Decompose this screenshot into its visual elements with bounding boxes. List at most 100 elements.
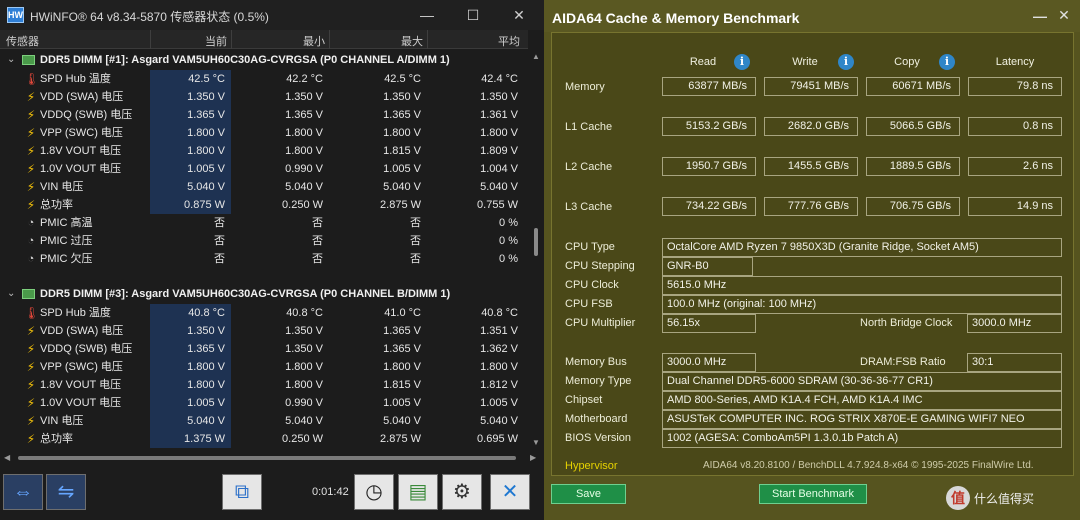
header-divider[interactable] (150, 30, 151, 49)
sensor-row[interactable]: ⚡ 1.8V VOUT 电压 1.800 V 1.800 V 1.815 V 1.812 … (0, 376, 528, 394)
sensor-max: 1.350 V (383, 91, 421, 103)
sensor-row[interactable]: 🌡 SPD Hub 温度 40.8 °C 40.8 °C 41.0 °C 40.8 °C (0, 304, 528, 322)
col-max[interactable]: 最大 (401, 33, 423, 49)
expand-arrows-icon[interactable]: ⇔ (3, 474, 43, 510)
sensor-current: 1.800 V (150, 142, 231, 160)
collapse-toggle-icon[interactable]: ⌄ (7, 50, 15, 70)
scroll-left-icon[interactable]: ◀ (4, 453, 10, 462)
start-benchmark-button[interactable]: Start Benchmark (759, 484, 867, 504)
sensor-row[interactable]: ⚡ VDD (SWA) 电压 1.350 V 1.350 V 1.365 V 1.351 … (0, 322, 528, 340)
sensor-current: 1.365 V (150, 106, 231, 124)
bench-copy-value: 1889.5 GB/s (866, 157, 960, 176)
aida-minimize-button[interactable]: — (1032, 8, 1048, 24)
sensor-max: 2.875 W (380, 433, 421, 445)
horizontal-scroll-thumb[interactable] (18, 456, 516, 460)
sensor-min: 否 (312, 217, 323, 229)
aida-close-button[interactable]: ✕ (1056, 7, 1072, 24)
memory-bus-label: Memory Bus (565, 356, 627, 368)
header-divider[interactable] (427, 30, 428, 49)
bench-read-value: 63877 MB/s (662, 77, 756, 96)
hwinfo-title: HWiNFO® 64 v8.34-5870 传感器状态 (0.5%) (30, 10, 269, 24)
sensor-row[interactable]: ⚡ VIN 电压 5.040 V 5.040 V 5.040 V 5.040 V (0, 412, 528, 430)
sensor-group-header[interactable]: ⌄ DDR5 DIMM [#1]: Asgard VAM5UH60C30AG-CV… (0, 50, 528, 70)
cpu-type-value: OctalCore AMD Ryzen 7 9850X3D (Granite R… (662, 238, 1062, 257)
network-icon[interactable]: ⧉ (222, 474, 262, 510)
add-report-icon[interactable]: ▤ (398, 474, 438, 510)
close-x-icon[interactable]: ✕ (490, 474, 530, 510)
sensor-row[interactable]: ⚡ VIN 电压 5.040 V 5.040 V 5.040 V 5.040 V (0, 178, 528, 196)
sensor-max: 否 (410, 235, 421, 247)
sensor-min: 否 (312, 253, 323, 265)
sensor-min: 1.350 V (285, 325, 323, 337)
horizontal-scrollbar[interactable]: ◀ ▶ (0, 450, 544, 466)
sensor-min: 40.8 °C (286, 307, 323, 319)
sensor-max: 1.800 V (383, 127, 421, 139)
sensor-min: 0.990 V (285, 397, 323, 409)
sensor-max: 1.815 V (383, 145, 421, 157)
bench-write-value: 2682.0 GB/s (764, 117, 858, 136)
sensor-row[interactable]: ⚡ 总功率 0.875 W 0.250 W 2.875 W 0.755 W (0, 196, 528, 214)
sensor-current: 1.800 V (150, 358, 231, 376)
col-avg[interactable]: 平均 (498, 33, 520, 49)
sensor-label: 1.0V VOUT 电压 (40, 397, 122, 409)
collapse-arrows-icon[interactable]: ⇋ (46, 474, 86, 510)
read-info-icon[interactable]: i (734, 54, 750, 70)
settings-gear-icon[interactable]: ⚙ (442, 474, 482, 510)
vertical-scroll-thumb[interactable] (534, 228, 538, 256)
aida-title-bar: AIDA64 Cache & Memory Benchmark — ✕ (544, 0, 1080, 32)
sensor-label: PMIC 高温 (40, 217, 93, 229)
sensor-current: 否 (214, 235, 225, 247)
sensor-row[interactable]: ⚡ 1.8V VOUT 电压 1.800 V 1.800 V 1.815 V 1.809 … (0, 142, 528, 160)
header-write: Write (792, 56, 818, 68)
vertical-scrollbar[interactable]: ▲ ▼ (528, 50, 544, 450)
cpu-fsb-label: CPU FSB (565, 298, 613, 310)
minimize-button[interactable]: — (404, 0, 450, 30)
north-bridge-label: North Bridge Clock (860, 317, 953, 329)
sensor-avg: 1.361 V (480, 109, 518, 121)
stopwatch-icon[interactable]: ◷ (354, 474, 394, 510)
header-divider[interactable] (329, 30, 330, 49)
bench-write-value: 1455.5 GB/s (764, 157, 858, 176)
hwinfo-window: HW HWiNFO® 64 v8.34-5870 传感器状态 (0.5%) — … (0, 0, 544, 520)
col-min[interactable]: 最小 (303, 33, 325, 49)
header-divider[interactable] (231, 30, 232, 49)
sensor-label: VIN 电压 (40, 415, 84, 427)
col-sensor[interactable]: 传感器 (6, 33, 39, 49)
header-copy: Copy (894, 56, 920, 68)
bench-row-label: Memory (565, 81, 605, 93)
sensor-current: 否 (214, 217, 225, 229)
scroll-right-icon[interactable]: ▶ (530, 453, 536, 462)
sensor-row[interactable]: ⚡ 总功率 1.375 W 0.250 W 2.875 W 0.695 W (0, 430, 528, 448)
sensor-row[interactable]: ◔ PMIC 过压否否否 0 % (0, 232, 528, 250)
sensor-current: 1.800 V (150, 376, 231, 394)
sensor-row[interactable]: ⚡ 1.0V VOUT 电压 1.005 V 0.990 V 1.005 V 1.005 … (0, 394, 528, 412)
write-info-icon[interactable]: i (838, 54, 854, 70)
sensor-avg: 1.004 V (480, 163, 518, 175)
sensor-group-title: DDR5 DIMM [#1]: Asgard VAM5UH60C30AG-CVR… (40, 54, 450, 66)
sensor-row[interactable]: ◔ PMIC 高温否否否 0 % (0, 214, 528, 232)
sensor-row[interactable]: 🌡 SPD Hub 温度 42.5 °C 42.2 °C 42.5 °C 42.4 °C (0, 70, 528, 88)
sensor-group-header[interactable]: ⌄ DDR5 DIMM [#3]: Asgard VAM5UH60C30AG-CV… (0, 284, 528, 304)
save-button[interactable]: Save (551, 484, 626, 504)
sensor-avg: 0 % (499, 217, 518, 229)
sensor-avg: 0.695 W (477, 433, 518, 445)
bench-latency-value: 2.6 ns (968, 157, 1062, 176)
sensor-row[interactable]: ⚡ VDD (SWA) 电压 1.350 V 1.350 V 1.350 V 1.350 … (0, 88, 528, 106)
sensor-row[interactable]: ⚡ 1.0V VOUT 电压 1.005 V 0.990 V 1.005 V 1.004 … (0, 160, 528, 178)
copy-info-icon[interactable]: i (939, 54, 955, 70)
sensor-row[interactable]: ⚡ VPP (SWC) 电压 1.800 V 1.800 V 1.800 V 1.800 … (0, 358, 528, 376)
scroll-down-icon[interactable]: ▼ (532, 438, 540, 447)
close-button[interactable]: ✕ (496, 0, 542, 30)
sensor-row[interactable]: ⚡ VDDQ (SWB) 电压 1.365 V 1.365 V 1.365 V 1.361… (0, 106, 528, 124)
maximize-button[interactable]: ☐ (450, 0, 496, 30)
bench-latency-value: 79.8 ns (968, 77, 1062, 96)
scroll-up-icon[interactable]: ▲ (532, 52, 540, 61)
sensor-min: 1.800 V (285, 361, 323, 373)
sensor-row[interactable]: ⚡ VDDQ (SWB) 电压 1.365 V 1.350 V 1.365 V 1.362… (0, 340, 528, 358)
motherboard-label: Motherboard (565, 413, 628, 425)
col-current[interactable]: 当前 (205, 33, 227, 49)
collapse-toggle-icon[interactable]: ⌄ (7, 284, 15, 304)
sensor-row[interactable]: ◔ PMIC 欠压否否否 0 % (0, 250, 528, 268)
sensor-label: VDDQ (SWB) 电压 (40, 343, 133, 355)
sensor-row[interactable]: ⚡ VPP (SWC) 电压 1.800 V 1.800 V 1.800 V 1.800 … (0, 124, 528, 142)
